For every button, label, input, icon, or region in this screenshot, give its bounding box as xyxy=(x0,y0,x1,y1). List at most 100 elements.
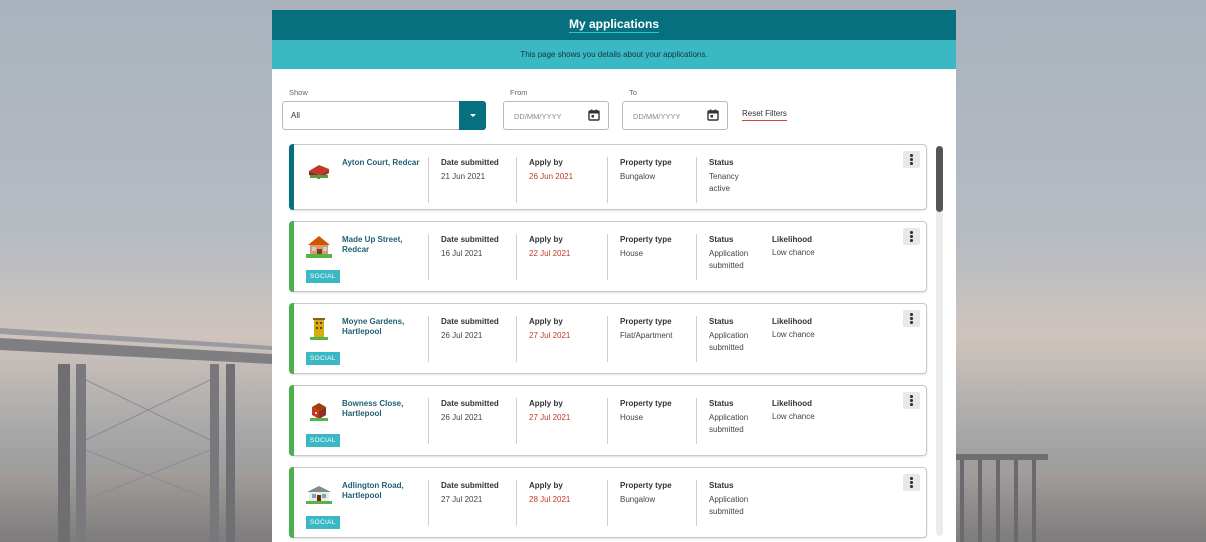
social-tag: SOCIAL xyxy=(306,516,340,529)
date-submitted-column: Date submitted 26 Jul 2021 xyxy=(428,398,518,444)
page-title: My applications xyxy=(568,17,660,33)
apply-by-label: Apply by xyxy=(529,317,563,326)
apply-by-column: Apply by 27 Jul 2021 xyxy=(516,398,606,444)
page-header: My applications xyxy=(272,10,956,40)
property-type-value: Bungalow xyxy=(620,495,656,504)
status-label: Status xyxy=(709,399,734,408)
likelihood-label: Likelihood xyxy=(772,399,812,408)
apply-by-column: Apply by 27 Jul 2021 xyxy=(516,316,606,362)
apply-by-label: Apply by xyxy=(529,481,563,490)
to-date-placeholder: DD/MM/YYYY xyxy=(633,112,681,121)
property-type-label: Property type xyxy=(620,235,672,244)
date-submitted-label: Date submitted xyxy=(441,158,499,167)
show-dropdown-button[interactable] xyxy=(459,101,486,130)
property-type-column: Property type House xyxy=(607,234,697,280)
apply-by-label: Apply by xyxy=(529,399,563,408)
application-card[interactable]: SOCIAL Made Up Street, Redcar Date submi… xyxy=(289,221,927,292)
card-address[interactable]: Moyne Gardens, Hartlepool xyxy=(342,317,430,337)
status-label: Status xyxy=(709,481,734,490)
page-description: This page shows you details about your a… xyxy=(272,40,956,69)
background-pier-left xyxy=(0,328,272,542)
property-type-value: House xyxy=(620,249,644,258)
property-type-value: Flat/Apartment xyxy=(620,331,673,340)
card-menu-button[interactable] xyxy=(903,392,920,409)
property-type-label: Property type xyxy=(620,317,672,326)
property-type-column: Property type House xyxy=(607,398,697,444)
chevron-down-icon xyxy=(469,114,476,117)
card-accent-bar xyxy=(289,144,294,210)
status-column: Status Application submitted xyxy=(696,480,766,526)
from-date-input[interactable]: DD/MM/YYYY xyxy=(503,101,609,130)
apply-by-value: 22 Jul 2021 xyxy=(529,249,571,258)
apply-by-label: Apply by xyxy=(529,158,563,167)
likelihood-value: Low chance xyxy=(772,412,815,421)
apply-by-value: 27 Jul 2021 xyxy=(529,413,571,422)
card-address[interactable]: Made Up Street, Redcar xyxy=(342,235,430,255)
to-date-input[interactable]: DD/MM/YYYY xyxy=(622,101,728,130)
status-value: Application submitted xyxy=(709,331,749,352)
date-submitted-label: Date submitted xyxy=(441,481,499,490)
from-date-placeholder: DD/MM/YYYY xyxy=(514,112,562,121)
card-accent-bar xyxy=(289,467,294,538)
card-accent-bar xyxy=(289,221,294,292)
property-thumbnail xyxy=(306,236,332,258)
card-menu-button[interactable] xyxy=(903,474,920,491)
application-card[interactable]: SOCIAL Moyne Gardens, Hartlepool Date su… xyxy=(289,303,927,374)
date-submitted-value: 21 Jun 2021 xyxy=(441,172,486,181)
card-accent-bar xyxy=(289,303,294,374)
status-label: Status xyxy=(709,317,734,326)
status-label: Status xyxy=(709,158,734,167)
property-type-column: Property type Flat/Apartment xyxy=(607,316,697,362)
apply-by-column: Apply by 26 Jun 2021 xyxy=(516,157,606,203)
social-tag: SOCIAL xyxy=(306,434,340,447)
apply-by-column: Apply by 22 Jul 2021 xyxy=(516,234,606,280)
card-address[interactable]: Ayton Court, Redcar xyxy=(342,158,430,168)
property-type-label: Property type xyxy=(620,158,672,167)
card-menu-button[interactable] xyxy=(903,310,920,327)
date-submitted-label: Date submitted xyxy=(441,235,499,244)
scrollbar-thumb[interactable] xyxy=(936,146,943,212)
date-submitted-value: 27 Jul 2021 xyxy=(441,495,483,504)
status-column: Status Application submitted xyxy=(696,316,766,362)
property-thumbnail xyxy=(309,165,329,179)
property-type-column: Property type Bungalow xyxy=(607,480,697,526)
status-column: Status Application submitted xyxy=(696,398,766,444)
likelihood-column: Likelihood Low chance xyxy=(772,399,815,421)
card-address[interactable]: Bowness Close, Hartlepool xyxy=(342,399,430,419)
date-submitted-value: 16 Jul 2021 xyxy=(441,249,483,258)
status-value: Application submitted xyxy=(709,413,749,434)
date-submitted-column: Date submitted 21 Jun 2021 xyxy=(428,157,518,203)
applications-panel: My applications This page shows you deta… xyxy=(272,10,956,542)
card-menu-button[interactable] xyxy=(903,228,920,245)
likelihood-label: Likelihood xyxy=(772,235,812,244)
property-thumbnail xyxy=(306,486,332,504)
status-value: Application submitted xyxy=(709,249,749,270)
application-card[interactable]: Ayton Court, Redcar Date submitted 21 Ju… xyxy=(289,144,927,210)
application-card[interactable]: SOCIAL Bowness Close, Hartlepool Date su… xyxy=(289,385,927,456)
date-submitted-column: Date submitted 16 Jul 2021 xyxy=(428,234,518,280)
likelihood-value: Low chance xyxy=(772,248,815,257)
apply-by-column: Apply by 28 Jul 2021 xyxy=(516,480,606,526)
apply-by-value: 27 Jul 2021 xyxy=(529,331,571,340)
likelihood-column: Likelihood Low chance xyxy=(772,235,815,257)
reset-filters-link[interactable]: Reset Filters xyxy=(742,109,787,121)
show-select[interactable]: All xyxy=(282,101,486,130)
property-type-label: Property type xyxy=(620,481,672,490)
date-submitted-column: Date submitted 26 Jul 2021 xyxy=(428,316,518,362)
application-card[interactable]: SOCIAL Adlington Road, Hartlepool Date s… xyxy=(289,467,927,538)
apply-by-label: Apply by xyxy=(529,235,563,244)
calendar-icon[interactable] xyxy=(588,109,600,121)
status-value: Tenancy active xyxy=(709,172,739,193)
likelihood-label: Likelihood xyxy=(772,317,812,326)
date-submitted-value: 26 Jul 2021 xyxy=(441,331,483,340)
calendar-icon[interactable] xyxy=(707,109,719,121)
property-type-label: Property type xyxy=(620,399,672,408)
card-address[interactable]: Adlington Road, Hartlepool xyxy=(342,481,430,501)
show-select-value: All xyxy=(291,111,300,120)
show-label: Show xyxy=(289,88,308,97)
from-label: From xyxy=(510,88,528,97)
status-column: Status Application submitted xyxy=(696,234,766,280)
card-menu-button[interactable] xyxy=(903,151,920,168)
likelihood-value: Low chance xyxy=(772,330,815,339)
property-type-value: House xyxy=(620,413,644,422)
